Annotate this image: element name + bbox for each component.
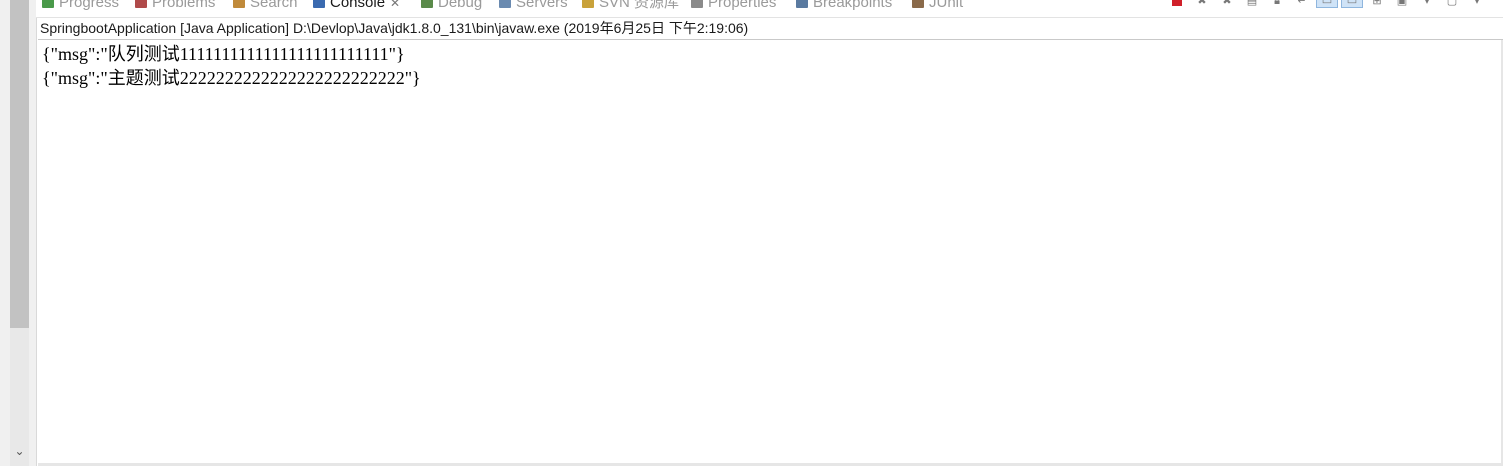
tab-label: Servers <box>516 0 568 11</box>
progress-icon <box>42 0 54 9</box>
junit-icon <box>912 0 924 9</box>
pin-icon: ⊞ <box>1372 0 1382 7</box>
remove-icon: ✖ <box>1197 0 1207 7</box>
open-console-button[interactable]: ▢ <box>1441 0 1463 8</box>
display-console-dropdown[interactable]: ▾ <box>1416 0 1438 8</box>
remove-launch-button[interactable]: ✖ <box>1191 0 1213 8</box>
tab-label: Problems <box>152 0 216 11</box>
scroll-lock-button[interactable]: 🔒︎ <box>1266 0 1288 8</box>
stdout-icon: ▭ <box>1321 0 1333 7</box>
console-icon <box>313 0 325 9</box>
word-wrap-button[interactable]: ↵ <box>1291 0 1313 8</box>
console-output[interactable]: {"msg":"队列测试1111111111111111111111111"} … <box>38 40 1503 466</box>
tab-search[interactable]: Search <box>233 0 298 13</box>
tab-label: Properties <box>708 0 777 11</box>
console-toolbar: ✖ ✖ ▤ 🔒︎ ↵ ▭ ▭ ⊞ ▣ ▾ ▢ ▾ <box>1166 0 1491 10</box>
problems-icon <box>135 0 147 9</box>
tab-problems[interactable]: Problems <box>135 0 215 13</box>
scroll-down-arrow-icon[interactable]: ⌄ <box>10 440 29 462</box>
search-icon <box>233 0 245 9</box>
display-console-icon: ▣ <box>1396 0 1408 7</box>
open-console-icon: ▢ <box>1446 0 1458 7</box>
open-console-dropdown[interactable]: ▾ <box>1466 0 1488 8</box>
tab-label: Debug <box>438 0 483 11</box>
tab-label: SVN 资源库 <box>599 0 680 11</box>
terminate-button[interactable] <box>1166 0 1188 8</box>
tab-label: Search <box>250 0 298 11</box>
chevron-down-icon: ▾ <box>1474 0 1480 7</box>
close-icon[interactable]: ✕ <box>390 0 400 10</box>
remove-all-icon: ✖ <box>1222 0 1232 7</box>
chevron-down-icon: ▾ <box>1424 0 1430 7</box>
tab-label: JUnit <box>929 0 964 11</box>
tab-properties[interactable]: Properties <box>691 0 776 13</box>
tab-label: Breakpoints <box>813 0 893 11</box>
display-console-button[interactable]: ▣ <box>1391 0 1413 8</box>
tab-svn[interactable]: SVN 资源库 <box>582 0 679 13</box>
debug-icon <box>421 0 433 9</box>
show-on-stderr-button[interactable]: ▭ <box>1341 0 1363 8</box>
tab-label: Console <box>330 0 386 11</box>
clear-console-button[interactable]: ▤ <box>1241 0 1263 8</box>
clear-console-icon: ▤ <box>1246 0 1258 7</box>
terminate-icon <box>1172 0 1182 6</box>
console-process-label: SpringbootApplication [Java Application]… <box>38 18 1503 40</box>
view-tab-bar: Progress Problems Search Console ✕ Debug … <box>36 0 1503 18</box>
tab-junit[interactable]: JUnit <box>912 0 963 13</box>
tab-debug[interactable]: Debug <box>421 0 482 13</box>
tab-label: Progress <box>59 0 120 11</box>
console-output-line: {"msg":"主题测试2222222222222222222222222"} <box>42 68 421 88</box>
tab-console[interactable]: Console ✕ <box>313 0 400 13</box>
tab-servers[interactable]: Servers <box>499 0 568 13</box>
tab-progress[interactable]: Progress <box>42 0 119 13</box>
svn-icon <box>582 0 594 9</box>
servers-icon <box>499 0 511 9</box>
show-on-stdout-button[interactable]: ▭ <box>1316 0 1338 8</box>
word-wrap-icon: ↵ <box>1297 0 1307 7</box>
stderr-icon: ▭ <box>1346 0 1358 7</box>
tab-breakpoints[interactable]: Breakpoints <box>796 0 892 13</box>
properties-icon <box>691 0 703 9</box>
pin-console-button[interactable]: ⊞ <box>1366 0 1388 8</box>
remove-all-terminated-button[interactable]: ✖ <box>1216 0 1238 8</box>
breakpoints-icon <box>796 0 808 9</box>
editor-scrollbar-thumb[interactable] <box>10 0 29 328</box>
scroll-lock-icon: 🔒︎ <box>1274 0 1280 7</box>
console-output-line: {"msg":"队列测试1111111111111111111111111"} <box>42 44 405 64</box>
